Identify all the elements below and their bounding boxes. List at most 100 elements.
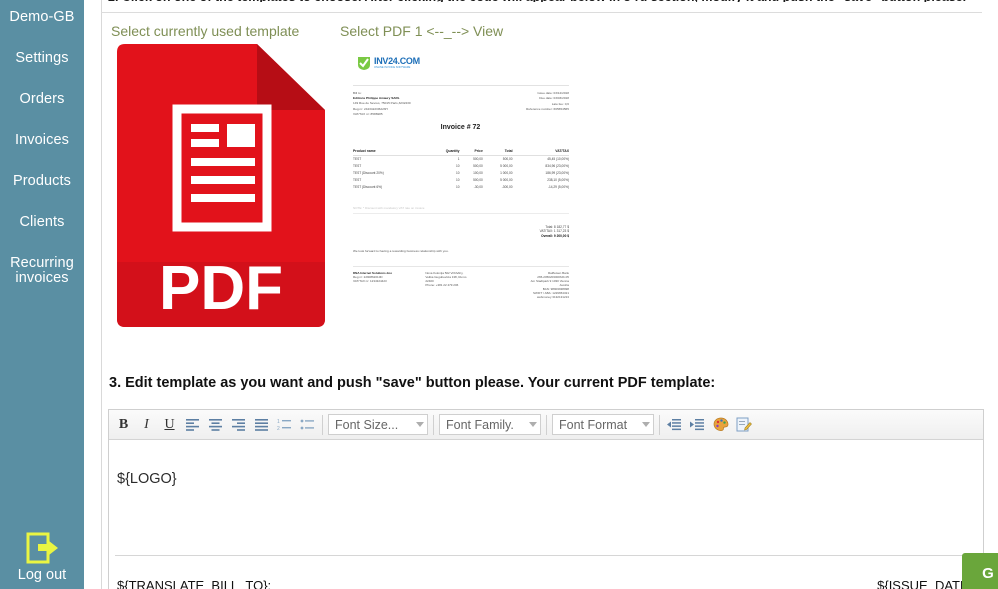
bulleted-list-icon[interactable] [296,413,319,436]
table-row: TEST (Discount 6%) 10 -30,00 -300,00 -14… [353,184,569,189]
invoice-overall: Overall: 9 200,00 $ [541,233,569,238]
chevron-down-icon [642,422,650,427]
invoice-issue-date: Issue date: 03/12/2018 [537,91,569,95]
select-current-template-link[interactable]: Select currently used template [111,23,299,39]
app-root: Demo-GB Settings Orders Invoices Product… [0,0,998,589]
toolbar-separator [433,414,434,435]
invoice-rule [353,85,569,86]
select-pdf-1-link[interactable]: Select PDF 1 <--_--> View [340,23,503,39]
invoice-logo-text: INV24.COM [374,56,420,66]
table-row: TEST (Discount 20%) 10 100,00 1 000,00 1… [353,170,569,175]
invoice-note: NOTE: * Discount with mandatory VAT rate… [353,206,569,214]
invoice-footer-bank: Raiffeisen Bank 265-20502030006Jb.05 Am … [530,271,569,299]
sidebar-item-label: Products [12,173,72,189]
sidebar-item-label: Clients [19,214,65,230]
invoice-due-date: Due date: 03/03/2018 [539,96,569,100]
invoice-logo-sub: ONLINE INVOICE SOFTWARE [374,66,411,69]
invoice-template-thumbnail[interactable]: INV24.COM ONLINE INVOICE SOFTWARE Bill t… [343,45,578,323]
invoice-thanks-note: We look forward to having a rewarding bu… [353,249,449,253]
column-header-quantity: Quantity [426,148,460,156]
underline-button[interactable]: U [158,413,181,436]
toolbar-separator [322,414,323,435]
template-links-row: Select currently used template Select PD… [84,23,984,41]
sidebar-item-label: Recurring invoices [10,255,74,286]
align-center-icon[interactable] [204,413,227,436]
toolbar-separator [546,414,547,435]
sidebar-item-clients[interactable]: Clients [0,215,84,230]
svg-text:PDF: PDF [159,254,283,323]
template-editor: B I U 12 Font Size... Font Family. Font … [108,409,984,589]
font-family-label: Font Family. [446,417,514,432]
table-row: TEST 1 500,00 500,00 45,45 (10,00%) [353,157,569,162]
editor-content-area[interactable]: ${LOGO} ${TRANSLATE_BILL_TO}: ${CLIENT_C… [109,440,983,589]
invoice-reference-number: Reference number: 665654565 [526,107,569,111]
invoice-title: Invoice # 72 [440,124,481,131]
panel-top-border [101,12,982,13]
sidebar-item-recurring-invoices[interactable]: Recurring invoices [0,256,84,286]
bold-button[interactable]: B [112,413,135,436]
pdf-template-icon[interactable]: PDF [117,44,325,327]
editor-toolbar: B I U 12 Font Size... Font Family. Font … [109,410,983,440]
sidebar-item-label: Invoices [15,132,69,148]
support-chat-widget[interactable]: G [962,553,998,589]
invoice-late-fee: Late fee: 0,6 [551,102,569,106]
invoice-items-table: Product name Quantity Price Total VAT/TA… [353,148,569,190]
editor-bill-to-placeholder: ${TRANSLATE_BILL_TO}: [117,578,272,589]
invoice-footer: DNA Internet Solutions doo Reg nr: 22908… [353,266,569,299]
editor-divider [115,555,970,556]
editor-issue-date-placeholder: ${ISSUE_DATE} [877,578,973,589]
indent-icon[interactable] [686,413,709,436]
sidebar-item-label: Demo-GB [9,9,75,25]
font-format-label: Font Format [559,417,628,432]
logout-button[interactable]: Log out [0,531,84,583]
svg-text:1: 1 [277,419,280,425]
sidebar-item-demo-gb[interactable]: Demo-GB [0,10,84,25]
font-family-select[interactable]: Font Family. [439,414,541,435]
align-left-icon[interactable] [181,413,204,436]
numbered-list-icon[interactable]: 12 [273,413,296,436]
table-row: TEST 10 500,00 5 000,00 238,10 (5,00%) [353,177,569,182]
logout-label: Log out [17,567,67,583]
invoice-totals: Total: 8 182,77 $ VAT/TAX: 1 317,23 $ Ov… [540,225,569,238]
column-header-product: Product name [353,148,427,156]
font-format-select[interactable]: Font Format [552,414,654,435]
invoice-logo: INV24.COM ONLINE INVOICE SOFTWARE [356,55,430,71]
sidebar-item-label: Settings [15,50,69,66]
invoice-bill-to-label: Bill to: [353,91,362,95]
font-size-select[interactable]: Font Size... [328,414,428,435]
source-edit-icon[interactable] [732,413,755,436]
editor-logo-placeholder: ${LOGO} [117,471,177,487]
table-header-row: Product name Quantity Price Total VAT/TA… [353,148,569,156]
sidebar-item-label: Orders [19,91,65,107]
invoice-client-vat: VAT/TAX nr: 8586985 [353,112,383,116]
column-header-total: Total [482,148,513,156]
italic-button[interactable]: I [135,413,158,436]
align-right-icon[interactable] [227,413,250,436]
font-size-label: Font Size... [335,417,399,432]
invoice-footer-company: DNA Internet Solutions doo Reg nr: 22908… [353,271,393,283]
chevron-down-icon [416,422,424,427]
column-header-vat: VAT/TAX [512,148,569,156]
invoice-client-name: Editions Philippe Amaury SARL [353,96,400,100]
text-color-icon[interactable] [709,413,732,436]
logout-icon [25,531,59,565]
step2-instruction: 2. Click on one of the templates to choo… [108,0,988,2]
sidebar: Demo-GB Settings Orders Invoices Product… [0,0,84,589]
main-content: 2. Click on one of the templates to choo… [84,0,998,589]
table-row: TEST 10 500,00 5 000,00 834,96 (23,00%) [353,164,569,169]
step3-instruction: 3. Edit template as you want and push "s… [109,375,716,391]
toolbar-separator [659,414,660,435]
invoice-client-reg: Reg nr: 24234223I6223H [353,107,388,111]
sidebar-item-invoices[interactable]: Invoices [0,133,84,148]
svg-text:2: 2 [277,426,280,431]
invoice-client-address: 149 Rue de Sevres, 75015 Paris,3232230 [353,101,411,105]
chevron-down-icon [529,422,537,427]
panel-left-border [101,0,102,589]
outdent-icon[interactable] [663,413,686,436]
column-header-price: Price [459,148,483,156]
sidebar-item-orders[interactable]: Orders [0,92,84,107]
sidebar-item-settings[interactable]: Settings [0,51,84,66]
sidebar-item-products[interactable]: Products [0,174,84,189]
align-justify-icon[interactable] [250,413,273,436]
invoice-footer-address: Nova Kolonija 502 VribhAFy, Velika Gugub… [425,271,467,287]
